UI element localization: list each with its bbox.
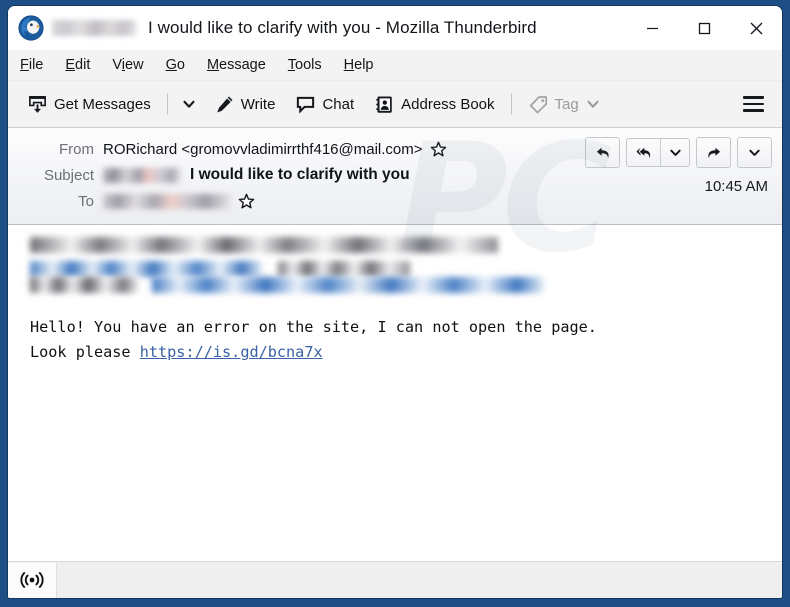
- subject-value: I would like to clarify with you: [103, 166, 410, 184]
- to-value[interactable]: [103, 193, 255, 210]
- chevron-down-icon: [183, 100, 195, 108]
- close-button[interactable]: [730, 6, 782, 50]
- minimize-icon: [646, 27, 658, 29]
- message-plaintext: Hello! You have an error on the site, I …: [30, 315, 782, 365]
- menu-edit[interactable]: Edit: [65, 57, 90, 73]
- maximize-icon: [698, 22, 710, 34]
- header-row-to: To: [8, 188, 782, 214]
- quoted-line-3-name: [30, 277, 138, 293]
- write-label: Write: [240, 95, 276, 113]
- menu-view[interactable]: View: [112, 57, 143, 73]
- quoted-line-3: [30, 277, 782, 293]
- quoted-line-3-email-link: [152, 277, 544, 293]
- plaintext-line-2-prefix: Look please: [30, 343, 140, 361]
- address-book-icon: [376, 95, 392, 113]
- plaintext-line-1: Hello! You have an error on the site, I …: [30, 318, 597, 336]
- thunderbird-logo-icon: [18, 15, 44, 41]
- quoted-line-2-text: [278, 261, 410, 277]
- reply-all-dropdown[interactable]: [660, 139, 689, 166]
- quoted-blurred-text-block: [30, 237, 782, 293]
- to-blurred-recipient: [103, 193, 231, 209]
- menu-go[interactable]: Go: [166, 57, 185, 73]
- menu-bar: File Edit View Go Message Tools Help: [8, 50, 782, 81]
- to-star-outline-icon[interactable]: [238, 193, 255, 210]
- from-star-outline-icon[interactable]: [430, 141, 447, 158]
- pencil-icon: [216, 95, 233, 113]
- reply-arrow-icon: [596, 147, 609, 158]
- phishing-link[interactable]: https://is.gd/bcna7x: [140, 343, 323, 361]
- to-label: To: [78, 192, 94, 210]
- reply-button[interactable]: [585, 137, 620, 168]
- broadcast-signal-icon: [20, 572, 44, 588]
- get-messages-button[interactable]: Get Messages: [20, 88, 158, 120]
- reply-all-button[interactable]: [627, 139, 660, 166]
- window-title: I would like to clarify with you - Mozil…: [148, 18, 537, 37]
- tag-button[interactable]: Tag: [521, 88, 607, 120]
- from-label: From: [59, 140, 94, 158]
- maximize-button[interactable]: [678, 6, 730, 50]
- speech-bubble-icon: [297, 96, 315, 114]
- hamburger-menu-icon-bar-3: [742, 109, 764, 112]
- chevron-down-icon: [669, 149, 681, 156]
- titlebar-blurred-account-text: [52, 20, 136, 36]
- hamburger-menu-icon-bar-1: [742, 96, 764, 99]
- message-header-pane: From RORichard <gromovvladimirrthf416@ma…: [8, 128, 782, 225]
- minimize-button[interactable]: [626, 6, 678, 50]
- message-action-buttons: [585, 137, 772, 168]
- broadcast-signal-button[interactable]: [8, 562, 57, 598]
- address-book-label: Address Book: [401, 95, 495, 113]
- quoted-line-2: [30, 261, 782, 277]
- title-bar: I would like to clarify with you - Mozil…: [8, 6, 782, 50]
- quoted-line-2-link: [30, 261, 262, 277]
- more-actions-dropdown[interactable]: [737, 137, 772, 168]
- chat-label: Chat: [322, 95, 355, 113]
- toolbar-separator-2: [510, 93, 512, 115]
- menu-help[interactable]: Help: [344, 57, 374, 73]
- status-bar: [8, 561, 782, 598]
- subject-label: Subject: [43, 166, 94, 184]
- main-toolbar: Get Messages Write Chat Address Book Tag: [8, 81, 782, 128]
- quoted-line-1: [30, 237, 498, 253]
- window-controls: [626, 6, 782, 50]
- desktop-background: I would like to clarify with you - Mozil…: [0, 0, 790, 607]
- tag-icon: [529, 95, 547, 113]
- hamburger-menu-icon-bar-2: [742, 102, 764, 106]
- message-body: Hello! You have an error on the site, I …: [8, 225, 782, 561]
- close-icon: [750, 22, 762, 34]
- reply-all-group: [626, 138, 690, 167]
- inbox-download-icon: [29, 95, 46, 113]
- chat-button[interactable]: Chat: [288, 88, 361, 120]
- menu-message[interactable]: Message: [207, 57, 266, 73]
- write-button[interactable]: Write: [207, 88, 283, 120]
- menu-tools[interactable]: Tools: [288, 57, 322, 73]
- subject-blurred-prefix: [103, 167, 181, 183]
- message-timestamp: 10:45 AM: [704, 178, 768, 195]
- chevron-down-icon: [749, 149, 760, 156]
- thunderbird-window: I would like to clarify with you - Mozil…: [8, 6, 782, 598]
- get-messages-label: Get Messages: [54, 95, 151, 113]
- forward-arrow-icon: [707, 147, 720, 158]
- from-value[interactable]: RORichard <gromovvladimirrthf416@mail.co…: [103, 141, 447, 158]
- get-messages-dropdown[interactable]: [177, 89, 201, 119]
- toolbar-separator-1: [166, 93, 168, 115]
- tag-dropdown-chevron-down-icon[interactable]: [586, 97, 600, 111]
- reply-all-arrow-icon: [635, 147, 650, 158]
- app-menu-button[interactable]: [738, 89, 768, 119]
- forward-button[interactable]: [696, 137, 731, 168]
- address-book-button[interactable]: Address Book: [367, 88, 501, 120]
- menu-file[interactable]: File: [20, 57, 43, 73]
- tag-label: Tag: [554, 95, 579, 113]
